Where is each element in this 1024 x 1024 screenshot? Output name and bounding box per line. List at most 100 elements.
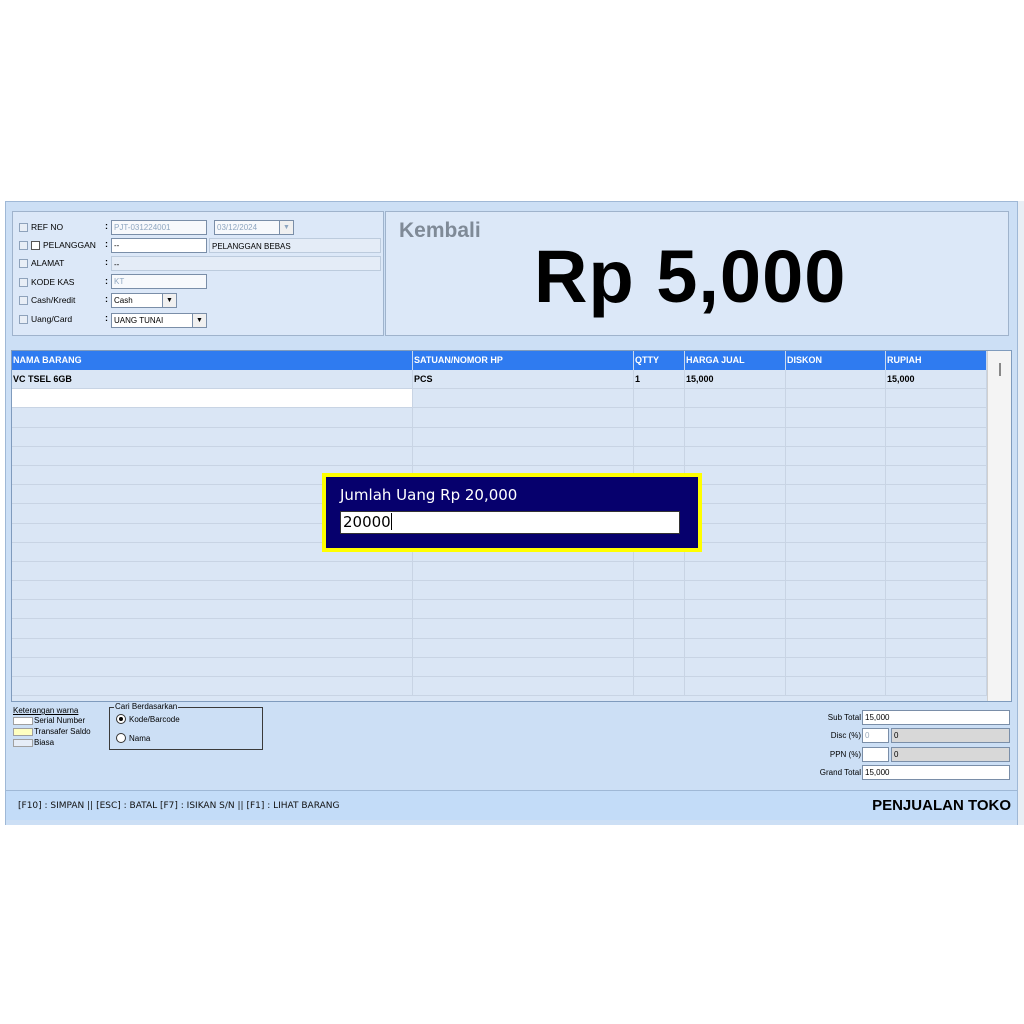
cell-satuan[interactable]: [413, 619, 634, 638]
cell-harga-jual[interactable]: [685, 389, 786, 408]
table-row[interactable]: [12, 657, 987, 677]
cell-qty[interactable]: [634, 619, 685, 638]
cell-rupiah[interactable]: [886, 677, 987, 696]
table-row[interactable]: [12, 581, 987, 601]
cell-rupiah[interactable]: [886, 504, 987, 523]
cash-kredit-checkbox[interactable]: [19, 295, 28, 305]
cell-satuan[interactable]: [413, 408, 634, 427]
kode-kas-field[interactable]: KT: [111, 274, 207, 289]
cell-rupiah[interactable]: [886, 561, 987, 581]
table-row[interactable]: [12, 619, 987, 639]
table-row[interactable]: [12, 638, 987, 658]
cell-qty[interactable]: [634, 446, 685, 465]
cell-harga-jual[interactable]: [685, 408, 786, 427]
table-row[interactable]: [12, 408, 987, 428]
scrollbar-thumb[interactable]: [999, 363, 1001, 376]
cell-nama-barang[interactable]: [12, 561, 413, 581]
table-row[interactable]: [12, 561, 987, 582]
table-row[interactable]: [12, 600, 987, 620]
cell-diskon[interactable]: [786, 504, 886, 523]
cell-harga-jual[interactable]: [685, 600, 786, 619]
cell-satuan[interactable]: [413, 600, 634, 619]
cell-diskon[interactable]: [786, 561, 886, 581]
cell-satuan[interactable]: [413, 389, 634, 408]
cell-rupiah[interactable]: [886, 523, 987, 542]
chevron-down-icon[interactable]: ▼: [162, 294, 176, 307]
cell-diskon[interactable]: [786, 542, 886, 561]
cell-nama-barang[interactable]: [12, 638, 413, 657]
cell-nama-barang[interactable]: VC TSEL 6GB: [12, 370, 413, 389]
radio-kode-barcode-dot[interactable]: [116, 714, 126, 724]
cell-satuan[interactable]: [413, 446, 634, 465]
pelanggan-checkbox[interactable]: [19, 240, 28, 250]
pelanggan-field[interactable]: --: [111, 238, 207, 253]
table-row[interactable]: [12, 446, 987, 466]
cell-satuan[interactable]: [413, 657, 634, 676]
disc-percent-field[interactable]: 0: [862, 728, 889, 743]
ref-no-checkbox[interactable]: [19, 222, 28, 232]
cell-harga-jual[interactable]: 15,000: [685, 370, 786, 389]
chevron-down-icon[interactable]: ▼: [192, 314, 206, 327]
cell-nama-barang[interactable]: [12, 600, 413, 619]
cell-harga-jual[interactable]: [685, 677, 786, 696]
cell-harga-jual[interactable]: [685, 581, 786, 600]
cell-rupiah[interactable]: [886, 465, 987, 485]
cell-rupiah[interactable]: [886, 542, 987, 561]
cell-diskon[interactable]: [786, 485, 886, 504]
cell-nama-barang[interactable]: [12, 446, 413, 465]
cell-nama-barang[interactable]: [12, 657, 413, 676]
cell-diskon[interactable]: [786, 427, 886, 446]
cell-rupiah[interactable]: [886, 485, 987, 504]
cell-nama-barang[interactable]: [12, 408, 413, 427]
cell-qty[interactable]: [634, 638, 685, 657]
cell-harga-jual[interactable]: [685, 561, 786, 581]
cell-qty[interactable]: [634, 427, 685, 446]
cell-satuan[interactable]: [413, 677, 634, 696]
radio-kode-barcode[interactable]: Kode/Barcode: [116, 714, 180, 724]
cell-nama-barang[interactable]: [12, 677, 413, 696]
cell-rupiah[interactable]: 15,000: [886, 370, 987, 389]
cell-rupiah[interactable]: [886, 657, 987, 676]
cell-qty[interactable]: [634, 561, 685, 581]
cell-diskon[interactable]: [786, 657, 886, 676]
cell-diskon[interactable]: [786, 370, 886, 389]
cell-satuan[interactable]: [413, 427, 634, 446]
cell-diskon[interactable]: [786, 581, 886, 600]
pelanggan-toggle-checkbox[interactable]: [31, 240, 40, 250]
cell-rupiah[interactable]: [886, 581, 987, 600]
cell-diskon[interactable]: [786, 600, 886, 619]
cash-kredit-select[interactable]: Cash ▼: [111, 293, 177, 308]
cell-rupiah[interactable]: [886, 619, 987, 638]
cell-harga-jual[interactable]: [685, 446, 786, 465]
radio-nama[interactable]: Nama: [116, 733, 150, 743]
uang-card-checkbox[interactable]: [19, 314, 28, 324]
cell-diskon[interactable]: [786, 619, 886, 638]
cell-harga-jual[interactable]: [685, 619, 786, 638]
payment-amount-input[interactable]: 20000: [340, 511, 680, 534]
cell-rupiah[interactable]: [886, 389, 987, 408]
cell-diskon[interactable]: [786, 523, 886, 542]
cell-rupiah[interactable]: [886, 408, 987, 427]
cell-rupiah[interactable]: [886, 600, 987, 619]
cell-harga-jual[interactable]: [685, 638, 786, 657]
cell-qty[interactable]: [634, 600, 685, 619]
radio-nama-dot[interactable]: [116, 733, 126, 743]
column-header-satuan[interactable]: SATUAN/NOMOR HP: [413, 351, 634, 370]
cell-harga-jual[interactable]: [685, 427, 786, 446]
column-header-rupiah[interactable]: RUPIAH: [886, 351, 987, 370]
cell-nama-barang[interactable]: [12, 427, 413, 446]
uang-card-select[interactable]: UANG TUNAI ▼: [111, 313, 207, 328]
table-row[interactable]: [12, 389, 987, 409]
cell-diskon[interactable]: [786, 465, 886, 485]
table-row[interactable]: VC TSEL 6GB PCS 1 15,000 15,000: [12, 370, 987, 390]
cell-qty[interactable]: [634, 581, 685, 600]
vertical-scrollbar[interactable]: [987, 351, 1011, 701]
alamat-checkbox[interactable]: [19, 258, 28, 268]
sub-total-field[interactable]: 15,000: [862, 710, 1010, 725]
cell-satuan[interactable]: PCS: [413, 370, 634, 389]
alamat-field[interactable]: --: [111, 256, 381, 271]
cell-qty[interactable]: [634, 389, 685, 408]
cell-diskon[interactable]: [786, 408, 886, 427]
column-header-qty[interactable]: QTTY: [634, 351, 685, 370]
column-header-diskon[interactable]: DISKON: [786, 351, 886, 370]
